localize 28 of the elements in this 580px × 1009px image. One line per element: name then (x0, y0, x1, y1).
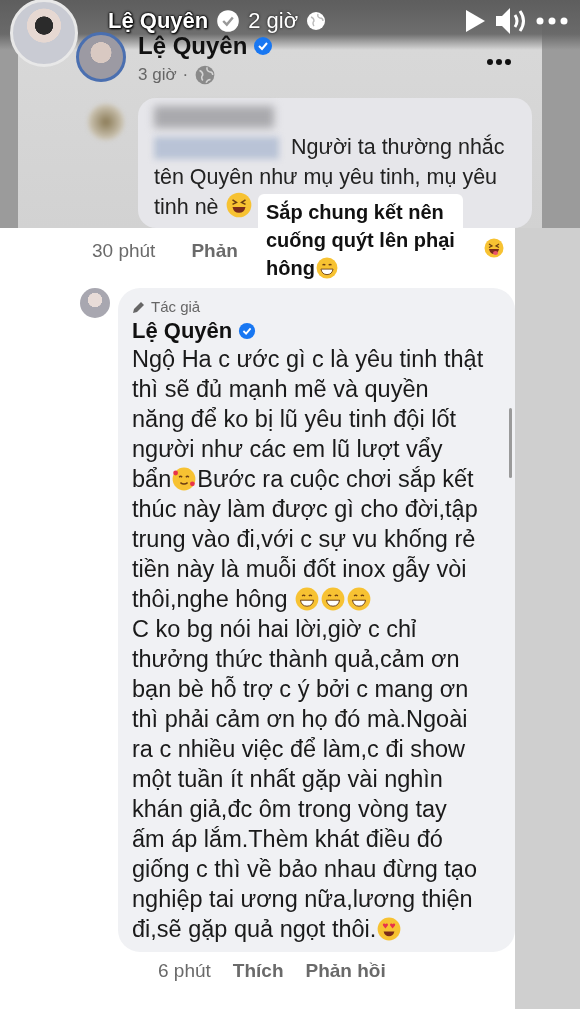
separator: · (182, 65, 189, 85)
post-time: 3 giờ (138, 65, 177, 85)
author-name[interactable]: Lệ Quyên (132, 318, 233, 344)
pencil-icon (132, 299, 146, 314)
grinning-face-icon (315, 257, 338, 279)
author-name[interactable]: Lệ Quyên (138, 32, 248, 60)
blurred-avatar (88, 104, 124, 140)
scrollbar[interactable] (509, 408, 512, 478)
story-time: 2 giờ (248, 8, 299, 34)
play-icon[interactable] (464, 9, 486, 33)
reply-link[interactable]: Phản (191, 240, 238, 262)
author-label: Tác giả (151, 298, 201, 315)
story-author-name[interactable]: Lệ Quyên (108, 8, 209, 34)
globe-icon (194, 64, 217, 86)
more-icon[interactable] (536, 17, 568, 25)
laughing-face-icon (225, 192, 252, 218)
comment-time: 6 phút (158, 960, 211, 982)
comment-text: Ngộ Ha c ước gì c là yêu tinh thật thì sẽ đủ mạnh mẽ và quyền năng để ko bị lũ yêu tinh đội lốt người như các em lũ lượt vẩy bẩn Bước ra cuộc chơi sắp kết thúc này làm được gì cho đời,tập trung vào đi,với c sự vu khống rẻ tiền này là muỗi đốt inox gẫy vòi thôi,nghe hông C ko bg nói hai lời,giờ c chỉ thưởng thức thành quả,cảm ơn bạn bè hỗ trợ c ý bởi c mang ơn thì phải cảm ơn họ đó mà.Ngoài ra c nhiều việc để làm,c đi show một tuần ít nhất gặp vài nghìn khán giả,đc ôm trong vòng tay ấm áp lắm.Thèm khát điều đó giống c thì về bảo nhau đừng tạo nghiệp tai ương nữa,lương thiện đi,sẽ gặp quả ngọt thôi. (132, 345, 484, 944)
sticker-text: cuống quýt lên phại (266, 228, 455, 253)
globe-icon (306, 11, 327, 31)
sticker-text: hông (266, 254, 455, 282)
action-link[interactable]: Phản hồi (305, 960, 386, 982)
volume-icon[interactable] (494, 6, 528, 36)
sticker-text: Sắp chung kết nên (266, 199, 445, 225)
action-link[interactable]: Thích (232, 960, 284, 982)
tongue-face-icon (484, 238, 504, 258)
more-icon[interactable] (486, 58, 512, 66)
comment-time: 30 phút (92, 240, 156, 262)
